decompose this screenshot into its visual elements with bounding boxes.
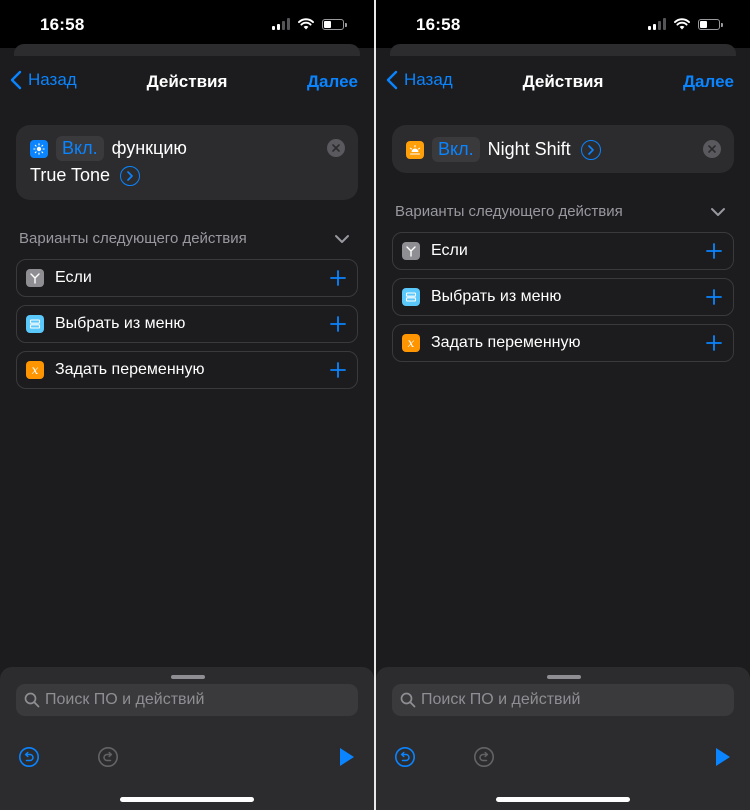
suggestion-label: Задать переменную bbox=[431, 334, 581, 351]
suggestion-label: Задать переменную bbox=[55, 361, 205, 378]
search-input[interactable]: Поиск ПО и действий bbox=[392, 684, 734, 716]
plus-icon[interactable] bbox=[704, 287, 724, 307]
search-icon bbox=[400, 692, 416, 708]
chevron-left-icon bbox=[10, 70, 22, 90]
remove-action-button[interactable] bbox=[703, 140, 721, 158]
search-input[interactable]: Поиск ПО и действий bbox=[16, 684, 358, 716]
suggestion-label: Если bbox=[431, 242, 468, 259]
plus-icon[interactable] bbox=[704, 333, 724, 353]
run-button[interactable] bbox=[714, 746, 732, 768]
suggestion-if[interactable]: Если bbox=[392, 232, 734, 270]
section-title: Варианты следующего действия bbox=[395, 203, 623, 220]
status-icons bbox=[272, 18, 347, 30]
suggestion-set-variable[interactable]: x Задать переменную bbox=[392, 324, 734, 362]
next-button[interactable]: Далее bbox=[307, 72, 358, 92]
setting-name[interactable]: Night Shift bbox=[488, 139, 571, 160]
run-button[interactable] bbox=[338, 746, 356, 768]
cellular-signal-icon bbox=[272, 18, 290, 30]
suggestion-label: Выбрать из меню bbox=[55, 315, 186, 332]
status-bar: 16:58 bbox=[376, 0, 750, 48]
suggestion-set-variable[interactable]: x Задать переменную bbox=[16, 351, 358, 389]
next-button[interactable]: Далее bbox=[683, 72, 734, 92]
expand-arrow-icon[interactable] bbox=[120, 165, 141, 186]
navigation-bar: Назад Действия Далее bbox=[376, 70, 750, 96]
suggestion-choose-from-menu[interactable]: Выбрать из меню bbox=[392, 278, 734, 316]
chevron-down-icon[interactable] bbox=[710, 207, 726, 217]
navigation-bar: Назад Действия Далее bbox=[0, 70, 374, 96]
section-title: Варианты следующего действия bbox=[19, 230, 247, 247]
wifi-icon bbox=[298, 18, 314, 30]
plus-icon[interactable] bbox=[704, 241, 724, 261]
suggestion-choose-from-menu[interactable]: Выбрать из меню bbox=[16, 305, 358, 343]
back-label: Назад bbox=[28, 70, 77, 89]
close-icon bbox=[708, 145, 716, 153]
redo-icon bbox=[474, 747, 494, 767]
if-icon bbox=[402, 242, 420, 260]
status-time: 16:58 bbox=[416, 15, 461, 34]
plus-icon[interactable] bbox=[328, 268, 348, 288]
expand-arrow-icon[interactable] bbox=[580, 139, 601, 160]
undo-icon bbox=[395, 747, 415, 767]
suggestion-label: Если bbox=[55, 269, 92, 286]
home-indicator bbox=[496, 797, 630, 802]
phone-screen-right: 16:58 Назад Действия Далее Вкл. Night Sh… bbox=[376, 0, 750, 810]
chevron-down-icon[interactable] bbox=[334, 234, 350, 244]
play-icon bbox=[716, 748, 730, 766]
brightness-icon bbox=[30, 139, 48, 158]
search-placeholder: Поиск ПО и действий bbox=[421, 691, 581, 708]
back-button[interactable]: Назад bbox=[10, 70, 77, 90]
cellular-signal-icon bbox=[648, 18, 666, 30]
status-bar: 16:58 bbox=[0, 0, 374, 48]
close-icon bbox=[332, 144, 340, 152]
back-button[interactable]: Назад bbox=[386, 70, 453, 90]
status-time: 16:58 bbox=[40, 15, 85, 34]
wifi-icon bbox=[674, 18, 690, 30]
undo-button[interactable] bbox=[394, 746, 416, 768]
battery-icon bbox=[698, 19, 723, 30]
menu-icon bbox=[402, 288, 420, 306]
variable-icon: x bbox=[26, 361, 44, 379]
variable-icon: x bbox=[402, 334, 420, 352]
plus-icon[interactable] bbox=[328, 314, 348, 334]
if-icon bbox=[26, 269, 44, 287]
action-text: функцию bbox=[111, 138, 187, 158]
battery-icon bbox=[322, 19, 347, 30]
suggestion-label: Выбрать из меню bbox=[431, 288, 562, 305]
redo-icon bbox=[98, 747, 118, 767]
on-off-token[interactable]: Вкл. bbox=[432, 137, 480, 162]
redo-button[interactable] bbox=[473, 746, 495, 768]
menu-icon bbox=[26, 315, 44, 333]
status-icons bbox=[648, 18, 723, 30]
on-off-token[interactable]: Вкл. bbox=[56, 136, 104, 161]
redo-button[interactable] bbox=[97, 746, 119, 768]
night-shift-icon bbox=[406, 140, 424, 159]
sheet-grabber[interactable] bbox=[547, 675, 581, 679]
play-icon bbox=[340, 748, 354, 766]
sheet-grabber[interactable] bbox=[171, 675, 205, 679]
action-search-panel: Поиск ПО и действий bbox=[376, 667, 750, 810]
undo-button[interactable] bbox=[18, 746, 40, 768]
chevron-left-icon bbox=[386, 70, 398, 90]
search-icon bbox=[24, 692, 40, 708]
home-indicator bbox=[120, 797, 254, 802]
search-placeholder: Поиск ПО и действий bbox=[45, 691, 205, 708]
plus-icon[interactable] bbox=[328, 360, 348, 380]
setting-name[interactable]: True Tone bbox=[30, 165, 110, 186]
undo-icon bbox=[19, 747, 39, 767]
action-card-true-tone[interactable]: Вкл. функцию True Tone bbox=[16, 125, 358, 200]
action-search-panel: Поиск ПО и действий bbox=[0, 667, 374, 810]
action-card-night-shift[interactable]: Вкл. Night Shift bbox=[392, 125, 734, 173]
remove-action-button[interactable] bbox=[327, 139, 345, 157]
suggestion-if[interactable]: Если bbox=[16, 259, 358, 297]
back-label: Назад bbox=[404, 70, 453, 89]
phone-screen-left: 16:58 Назад Действия Далее Вкл. функцию … bbox=[0, 0, 374, 810]
